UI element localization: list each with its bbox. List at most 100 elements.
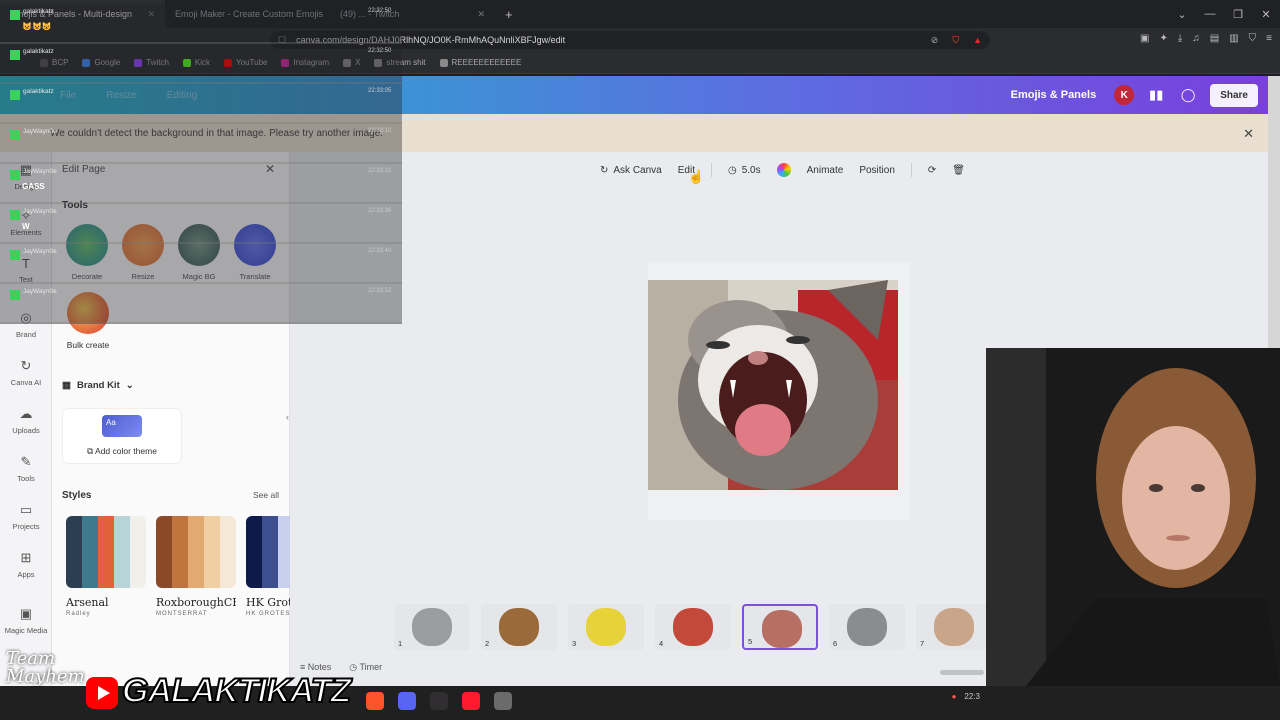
menu-icon[interactable]: ≡ bbox=[1266, 33, 1272, 44]
media-icon[interactable]: ♫ bbox=[1192, 33, 1200, 44]
chat-text: GASS bbox=[22, 182, 45, 191]
color-picker-icon[interactable] bbox=[776, 163, 791, 177]
style-palette bbox=[66, 516, 146, 588]
discord-icon[interactable] bbox=[398, 692, 416, 710]
kick-badge-icon bbox=[10, 250, 20, 260]
add-page-icon[interactable]: ⟳ bbox=[928, 165, 936, 176]
style-card[interactable]: RoxboroughCF MONTSERRAT bbox=[156, 516, 236, 617]
wallet-icon[interactable]: ▥ bbox=[1229, 33, 1238, 44]
extension-icon[interactable]: ▣ bbox=[1140, 33, 1149, 44]
page-number: 5 bbox=[748, 637, 753, 646]
close-icon[interactable]: ✕ bbox=[477, 9, 485, 20]
bulk-create-label: Bulk create bbox=[66, 340, 110, 350]
brand-kit-dropdown[interactable]: ▦ Brand Kit ⌄ bbox=[62, 380, 134, 391]
bookmark-item[interactable]: REEEEEEEEEEEE bbox=[439, 58, 521, 67]
notification-icon[interactable]: ● bbox=[952, 692, 957, 701]
page-thumbnail[interactable]: 2 bbox=[481, 604, 557, 650]
trash-icon[interactable]: 🗑 bbox=[952, 165, 965, 176]
rail-item-apps[interactable]: ⊞ Apps bbox=[0, 550, 52, 579]
chat-username: galaktikatz bbox=[23, 8, 54, 15]
page-number: 6 bbox=[833, 639, 838, 648]
kick-badge-icon bbox=[10, 210, 20, 220]
page-thumbnail[interactable]: 6 bbox=[829, 604, 905, 650]
chat-message: JayWayn0e 22:33:52 bbox=[0, 284, 402, 324]
style-card[interactable]: Arsenal Radley bbox=[66, 516, 146, 617]
page-number: 4 bbox=[659, 639, 664, 648]
page-number: 1 bbox=[398, 639, 403, 648]
style-name: Arsenal bbox=[66, 596, 109, 609]
cat-thumbnail bbox=[673, 608, 713, 646]
chat-time: 22:32:50 bbox=[368, 48, 392, 54]
kick-badge-icon bbox=[10, 290, 20, 300]
chat-username: galaktikatz bbox=[23, 88, 54, 95]
settings-icon[interactable] bbox=[494, 692, 512, 710]
comment-icon[interactable]: ◯ bbox=[1178, 87, 1198, 103]
cat-photo[interactable] bbox=[648, 280, 898, 490]
avatar[interactable]: K bbox=[1114, 85, 1135, 105]
kick-badge-icon bbox=[10, 130, 20, 140]
chat-message: JayWayn0e W 22:33:36 bbox=[0, 204, 402, 244]
rail-item-uploads[interactable]: ☁ Uploads bbox=[0, 406, 52, 435]
system-tray: ● 22:3 bbox=[952, 692, 980, 701]
play-icon bbox=[98, 686, 110, 700]
brave-icon[interactable] bbox=[366, 692, 384, 710]
cat-thumbnail bbox=[586, 608, 626, 646]
analytics-icon[interactable]: ▮▮ bbox=[1146, 87, 1166, 103]
close-window-button[interactable]: ✕ bbox=[1252, 8, 1280, 21]
brave-shield-icon[interactable]: ⛉ bbox=[952, 35, 959, 46]
yawning-cat-image bbox=[648, 280, 898, 490]
opera-icon[interactable] bbox=[462, 692, 480, 710]
new-tab-button[interactable]: + bbox=[495, 7, 523, 22]
add-color-theme-card[interactable]: Aa ⧉ Add color theme bbox=[62, 408, 182, 464]
ask-canva-button[interactable]: ↻ Ask Canva bbox=[600, 165, 662, 176]
color-theme-swatch: Aa bbox=[102, 415, 142, 437]
webcam-overlay bbox=[986, 348, 1280, 686]
page-thumbnail[interactable]: 3 bbox=[568, 604, 644, 650]
position-button[interactable]: Position bbox=[859, 165, 895, 176]
rail-icon: ⊞ bbox=[20, 550, 32, 565]
page-thumbnail[interactable]: 5 bbox=[742, 604, 818, 650]
minimize-button[interactable]: — bbox=[1196, 8, 1224, 20]
rail-item-canva-ai[interactable]: ↻ Canva AI bbox=[0, 358, 52, 387]
chat-text: 😺😺😺 bbox=[22, 22, 52, 31]
style-name: RoxboroughCF bbox=[156, 596, 236, 609]
rail-item-projects[interactable]: ▭ Projects bbox=[0, 502, 52, 531]
page-thumbnail[interactable]: 1 bbox=[394, 604, 470, 650]
kick-badge-icon bbox=[10, 50, 20, 60]
see-all-link[interactable]: See all bbox=[253, 490, 279, 500]
brand-kit-icon: ▦ bbox=[62, 380, 71, 391]
obs-icon[interactable] bbox=[430, 692, 448, 710]
sidebar-icon[interactable]: ▤ bbox=[1210, 33, 1219, 44]
page-thumbnail[interactable]: 4 bbox=[655, 604, 731, 650]
tracking-icon[interactable]: ⊘ bbox=[931, 35, 939, 46]
screen: Emojis & Panels - Multi-design ✕ Emoji M… bbox=[0, 0, 1280, 720]
tab-search-icon[interactable]: ⌄ bbox=[1168, 8, 1196, 21]
puzzle-icon[interactable]: ✦ bbox=[1159, 33, 1167, 44]
pages-scrollbar[interactable] bbox=[940, 670, 984, 675]
share-button[interactable]: Share bbox=[1210, 83, 1258, 107]
vpn-icon[interactable]: ⛉ bbox=[1249, 33, 1257, 44]
chat-message: galaktikatz 😺😺😺 22:32:50 bbox=[0, 4, 402, 44]
style-palette bbox=[156, 516, 236, 588]
cat-thumbnail bbox=[847, 608, 887, 646]
rail-item-tools[interactable]: ✎ Tools bbox=[0, 454, 52, 483]
taskbar-icons bbox=[366, 692, 512, 710]
chat-time: 22:33:21 bbox=[368, 168, 392, 174]
chat-username: JayWayn0e bbox=[23, 248, 57, 255]
page-number: 3 bbox=[572, 639, 577, 648]
timer-button[interactable]: ◷ Timer bbox=[349, 662, 382, 673]
close-icon[interactable]: ✕ bbox=[1243, 126, 1254, 142]
download-icon[interactable]: ⤓ bbox=[1178, 33, 1182, 44]
animate-button[interactable]: Animate bbox=[807, 165, 844, 176]
maximize-button[interactable]: ❐ bbox=[1224, 8, 1252, 21]
add-color-theme-label: ⧉ Add color theme bbox=[87, 446, 157, 456]
kick-badge-icon bbox=[10, 170, 20, 180]
chat-message: JayWayn0e 22:33:40 bbox=[0, 244, 402, 284]
design-title[interactable]: Emojis & Panels bbox=[1011, 89, 1097, 101]
page-thumbnail[interactable]: 7 bbox=[916, 604, 992, 650]
streamer-webcam-image bbox=[986, 348, 1280, 686]
rail-item-magic-media[interactable]: ▣ Magic Media bbox=[0, 606, 52, 635]
brave-rewards-icon[interactable]: ▲ bbox=[973, 35, 982, 45]
duration-button[interactable]: ◷ 5.0s bbox=[728, 165, 761, 176]
rail-icon: ▭ bbox=[19, 502, 33, 517]
